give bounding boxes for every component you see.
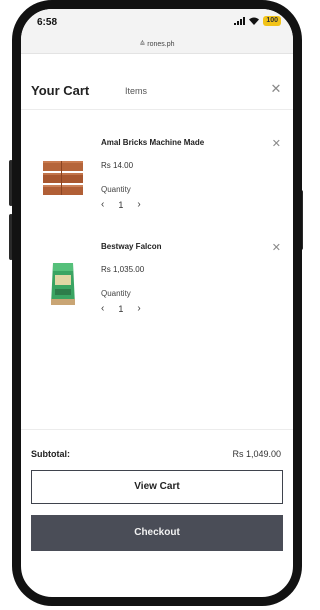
subtotal-value: Rs 1,049.00 xyxy=(232,449,281,459)
view-cart-button[interactable]: View Cart xyxy=(31,470,283,504)
item-name[interactable]: Bestway Falcon xyxy=(101,242,161,251)
item-name[interactable]: Amal Bricks Machine Made xyxy=(101,138,204,147)
cart-title: Your Cart xyxy=(31,83,90,98)
status-time: 6:58 xyxy=(37,17,58,28)
chevron-right-icon[interactable]: › xyxy=(137,304,140,314)
phone-frame: 6:58 100 ≙ rones.ph Your Cart Items ✕ Am… xyxy=(12,0,302,606)
remove-item-icon[interactable]: ✕ xyxy=(272,241,281,254)
battery-icon: 100 xyxy=(263,16,281,26)
subtotal-label: Subtotal: xyxy=(31,449,70,459)
signal-icon xyxy=(234,17,246,25)
checkout-button[interactable]: Checkout xyxy=(31,515,283,551)
browser-url-bar[interactable]: ≙ rones.ph xyxy=(21,33,293,54)
status-bar: 6:58 100 xyxy=(21,9,293,33)
chevron-left-icon[interactable]: ‹ xyxy=(101,304,104,314)
quantity-label: Quantity xyxy=(101,185,131,194)
quantity-label: Quantity xyxy=(101,289,131,298)
wifi-icon xyxy=(249,17,260,25)
bricks-image xyxy=(43,161,83,195)
cart-item: Amal Bricks Machine Made Rs 14.00 Quanti… xyxy=(21,133,293,233)
footer-divider xyxy=(21,429,293,430)
close-icon[interactable]: ✕ xyxy=(269,82,283,96)
quantity-value: 1 xyxy=(118,200,124,210)
cart-item: Bestway Falcon Rs 1,035.00 Quantity ‹ 1 … xyxy=(21,237,293,337)
status-icons: 100 xyxy=(234,16,281,26)
item-price: Rs 14.00 xyxy=(101,161,134,170)
cart-header: Your Cart Items ✕ xyxy=(21,65,293,110)
remove-item-icon[interactable]: ✕ xyxy=(272,137,281,150)
chevron-left-icon[interactable]: ‹ xyxy=(101,200,104,210)
cart-item-count: Items xyxy=(125,86,148,96)
quantity-stepper: ‹ 1 › xyxy=(101,200,141,211)
url-text: ≙ rones.ph xyxy=(139,41,175,48)
item-price: Rs 1,035.00 xyxy=(101,265,145,274)
quantity-stepper: ‹ 1 › xyxy=(101,304,141,315)
chevron-right-icon[interactable]: › xyxy=(137,200,140,210)
quantity-value: 1 xyxy=(118,304,124,314)
cement-bag-image xyxy=(51,263,75,305)
